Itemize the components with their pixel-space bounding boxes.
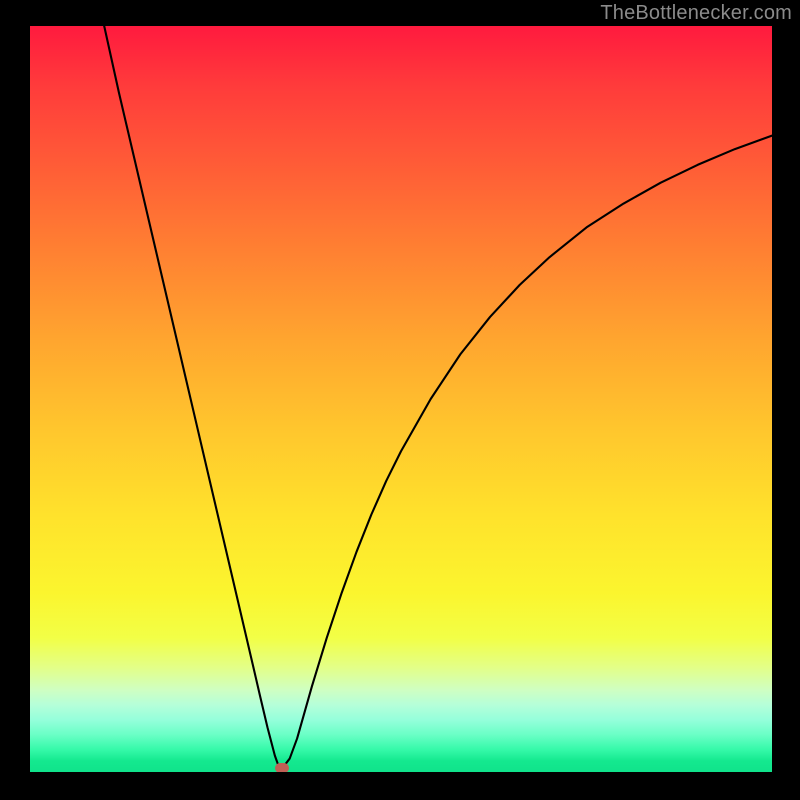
optimum-marker [275, 763, 289, 772]
curve-svg [30, 26, 772, 772]
watermark-text: TheBottlenecker.com [600, 2, 792, 25]
plot-area [30, 26, 772, 772]
chart-frame: TheBottlenecker.com [0, 0, 800, 800]
bottleneck-curve [104, 26, 772, 768]
